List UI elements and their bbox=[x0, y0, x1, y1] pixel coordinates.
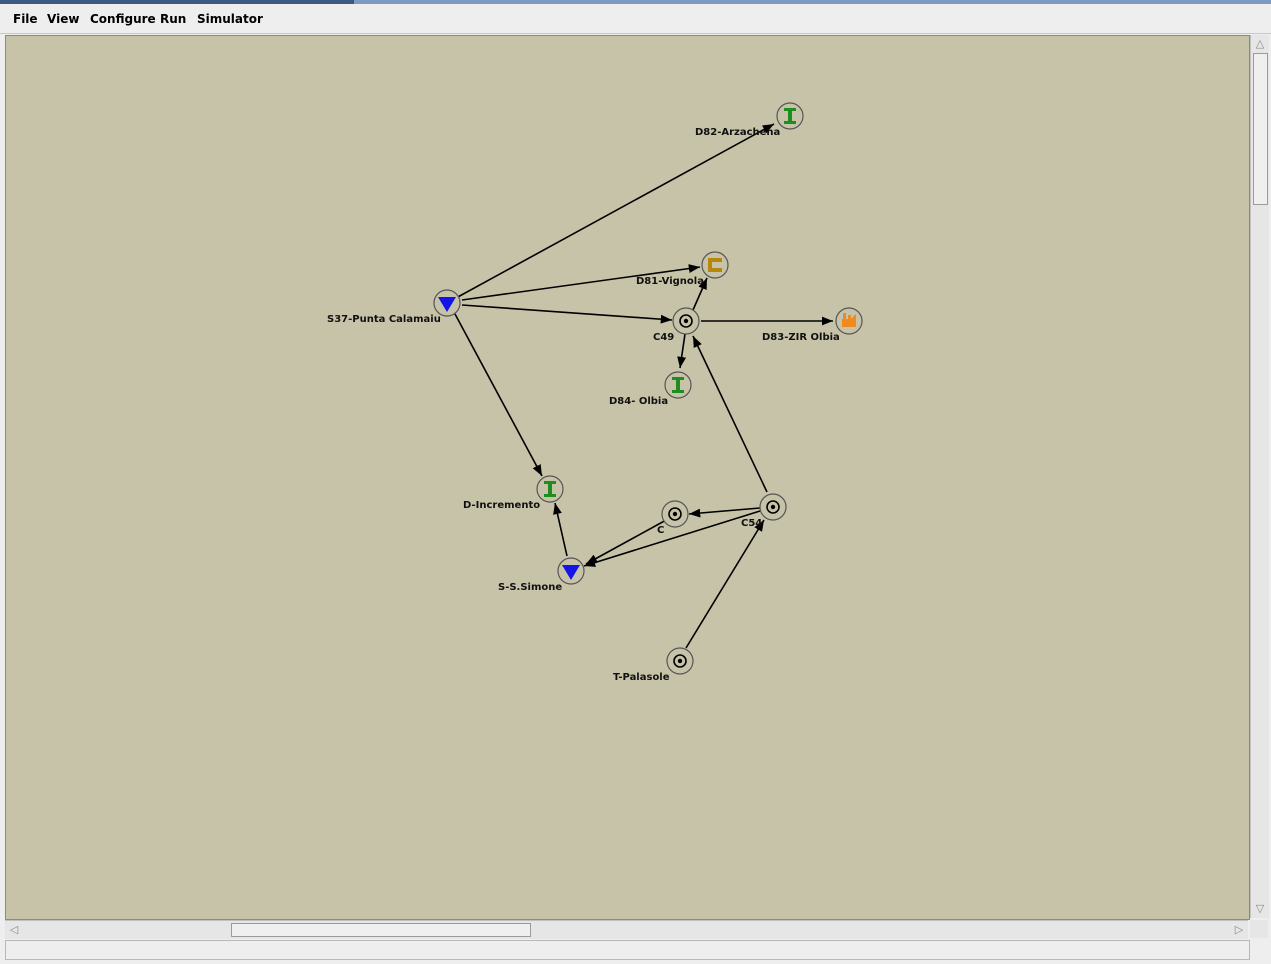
status-bar bbox=[5, 940, 1250, 960]
scroll-left-icon[interactable]: ◁ bbox=[7, 923, 21, 937]
network-canvas[interactable]: D82-Arzachena D81-Vignola S37-Punta Cala… bbox=[5, 35, 1250, 920]
node-label-dinc: D-Incremento bbox=[463, 500, 540, 511]
menu-run[interactable]: Run bbox=[160, 12, 186, 26]
node-label-c54: C54 bbox=[741, 518, 762, 529]
node-d84[interactable]: D84- Olbia bbox=[609, 371, 692, 407]
node-label-c49: C49 bbox=[653, 332, 674, 343]
edge-c54-c[interactable] bbox=[688, 507, 761, 518]
edge-c-ss[interactable] bbox=[585, 518, 669, 565]
node-c[interactable]: C bbox=[657, 500, 689, 536]
edge-s37-c49[interactable] bbox=[461, 304, 673, 324]
node-label-ss: S-S.Simone bbox=[498, 582, 562, 593]
menu-simulator-label: Simulator bbox=[197, 12, 263, 26]
edge-tp-c54[interactable] bbox=[685, 519, 765, 649]
scroll-up-icon[interactable]: △ bbox=[1254, 37, 1266, 51]
edge-c54-c49[interactable] bbox=[692, 335, 768, 493]
menu-simulator[interactable]: Simulator bbox=[197, 12, 263, 26]
vertical-scrollbar[interactable]: △ ▽ bbox=[1250, 35, 1269, 918]
menu-file[interactable]: File bbox=[13, 12, 38, 26]
scroll-down-icon[interactable]: ▽ bbox=[1254, 902, 1266, 916]
node-label-d83: D83-ZIR Olbia bbox=[762, 332, 840, 343]
edge-s37-dinc[interactable] bbox=[454, 313, 543, 477]
menu-configure-label: Configure bbox=[90, 12, 156, 26]
node-tp[interactable]: T-Palasole bbox=[613, 647, 694, 683]
horizontal-scrollbar[interactable]: ◁ ▷ bbox=[5, 920, 1248, 939]
node-c54[interactable]: C54 bbox=[741, 493, 787, 529]
network-graph: D82-Arzachena D81-Vignola S37-Punta Cala… bbox=[327, 102, 863, 683]
node-s37[interactable]: S37-Punta Calamaiu bbox=[327, 289, 461, 325]
edge-ss-dinc[interactable] bbox=[553, 502, 568, 557]
node-ss[interactable]: S-S.Simone bbox=[498, 557, 585, 593]
menu-file-label: File bbox=[13, 12, 38, 26]
node-d83[interactable]: D83-ZIR Olbia bbox=[762, 307, 863, 343]
menu-configure[interactable]: Configure bbox=[90, 12, 156, 26]
node-label-tp: T-Palasole bbox=[613, 672, 670, 683]
node-d82[interactable]: D82-Arzachena bbox=[695, 102, 804, 138]
horizontal-scroll-thumb[interactable] bbox=[231, 923, 531, 937]
node-label-d82: D82-Arzachena bbox=[695, 127, 780, 138]
menu-view-label: View bbox=[47, 12, 80, 26]
menu-bar: File View Configure Run Simulator bbox=[0, 4, 1271, 34]
scroll-right-icon[interactable]: ▷ bbox=[1232, 923, 1246, 937]
node-dinc[interactable]: D-Incremento bbox=[463, 475, 564, 511]
node-label-s37: S37-Punta Calamaiu bbox=[327, 314, 441, 325]
menu-view[interactable]: View bbox=[47, 12, 79, 26]
node-label-c: C bbox=[657, 525, 664, 536]
node-c49[interactable]: C49 bbox=[653, 307, 700, 343]
node-label-d81: D81-Vignola bbox=[636, 276, 704, 287]
edge-c49-d84[interactable] bbox=[677, 333, 687, 369]
vertical-scroll-thumb[interactable] bbox=[1253, 53, 1268, 205]
menu-run-label: Run bbox=[160, 12, 187, 26]
node-label-d84: D84- Olbia bbox=[609, 396, 668, 407]
scrollbar-corner bbox=[1250, 920, 1268, 938]
